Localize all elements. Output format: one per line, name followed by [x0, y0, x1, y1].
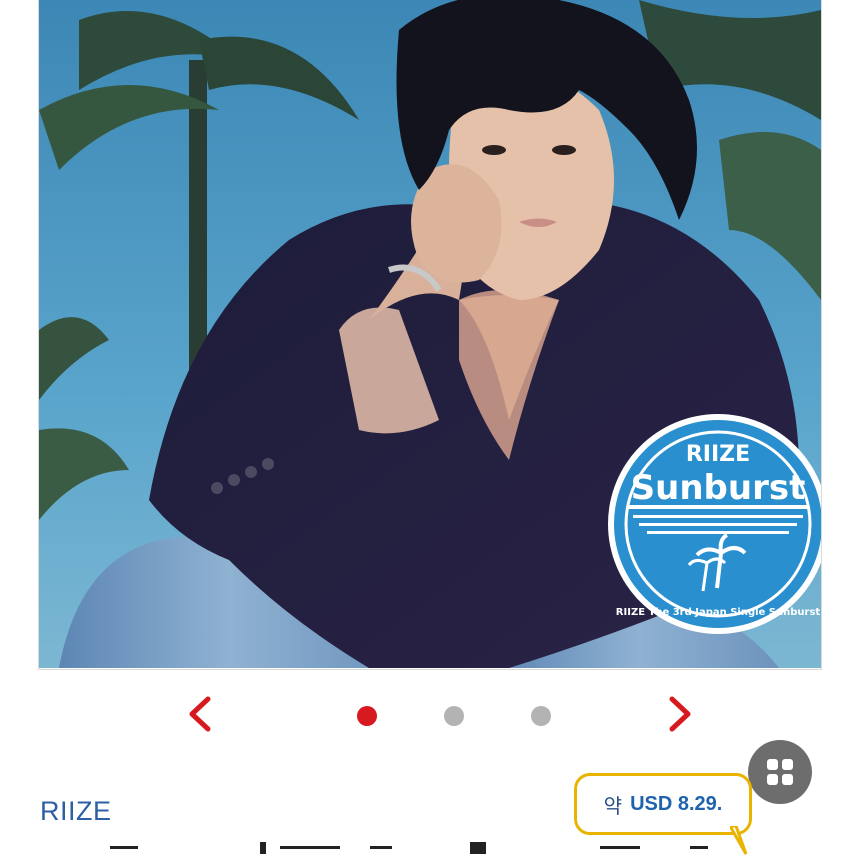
quick-menu-button[interactable] [748, 740, 812, 804]
previous-image-button[interactable] [180, 694, 220, 734]
product-title-cutoff [40, 842, 740, 856]
carousel-dot-3[interactable] [531, 706, 551, 726]
sunburst-sticker: RIIZE Sunburst RIIZE The 3rd Japan Singl… [608, 414, 821, 634]
carousel-dot-1[interactable] [357, 706, 377, 726]
next-image-button[interactable] [660, 694, 700, 734]
sticker-subtitle-text: RIIZE The 3rd Japan Single Sunburst [616, 607, 821, 618]
carousel-navigation [0, 690, 856, 740]
sticker-title-text: Sunburst [631, 468, 806, 508]
product-image-frame[interactable]: RIIZE Sunburst RIIZE The 3rd Japan Singl… [38, 0, 822, 670]
grid-menu-icon [767, 759, 793, 785]
price-approx-prefix: 약 [603, 795, 623, 818]
carousel-dot-2[interactable] [444, 706, 464, 726]
tooltip-tail [730, 826, 748, 855]
price-usd-amount: USD 8.29. [630, 792, 723, 815]
artist-link[interactable]: RIIZE [40, 796, 112, 827]
converted-price-tooltip[interactable]: 약 USD 8.29. [574, 773, 752, 835]
chevron-right-icon [669, 696, 691, 732]
sticker-brand-text: RIIZE [686, 442, 750, 467]
chevron-left-icon [189, 696, 211, 732]
